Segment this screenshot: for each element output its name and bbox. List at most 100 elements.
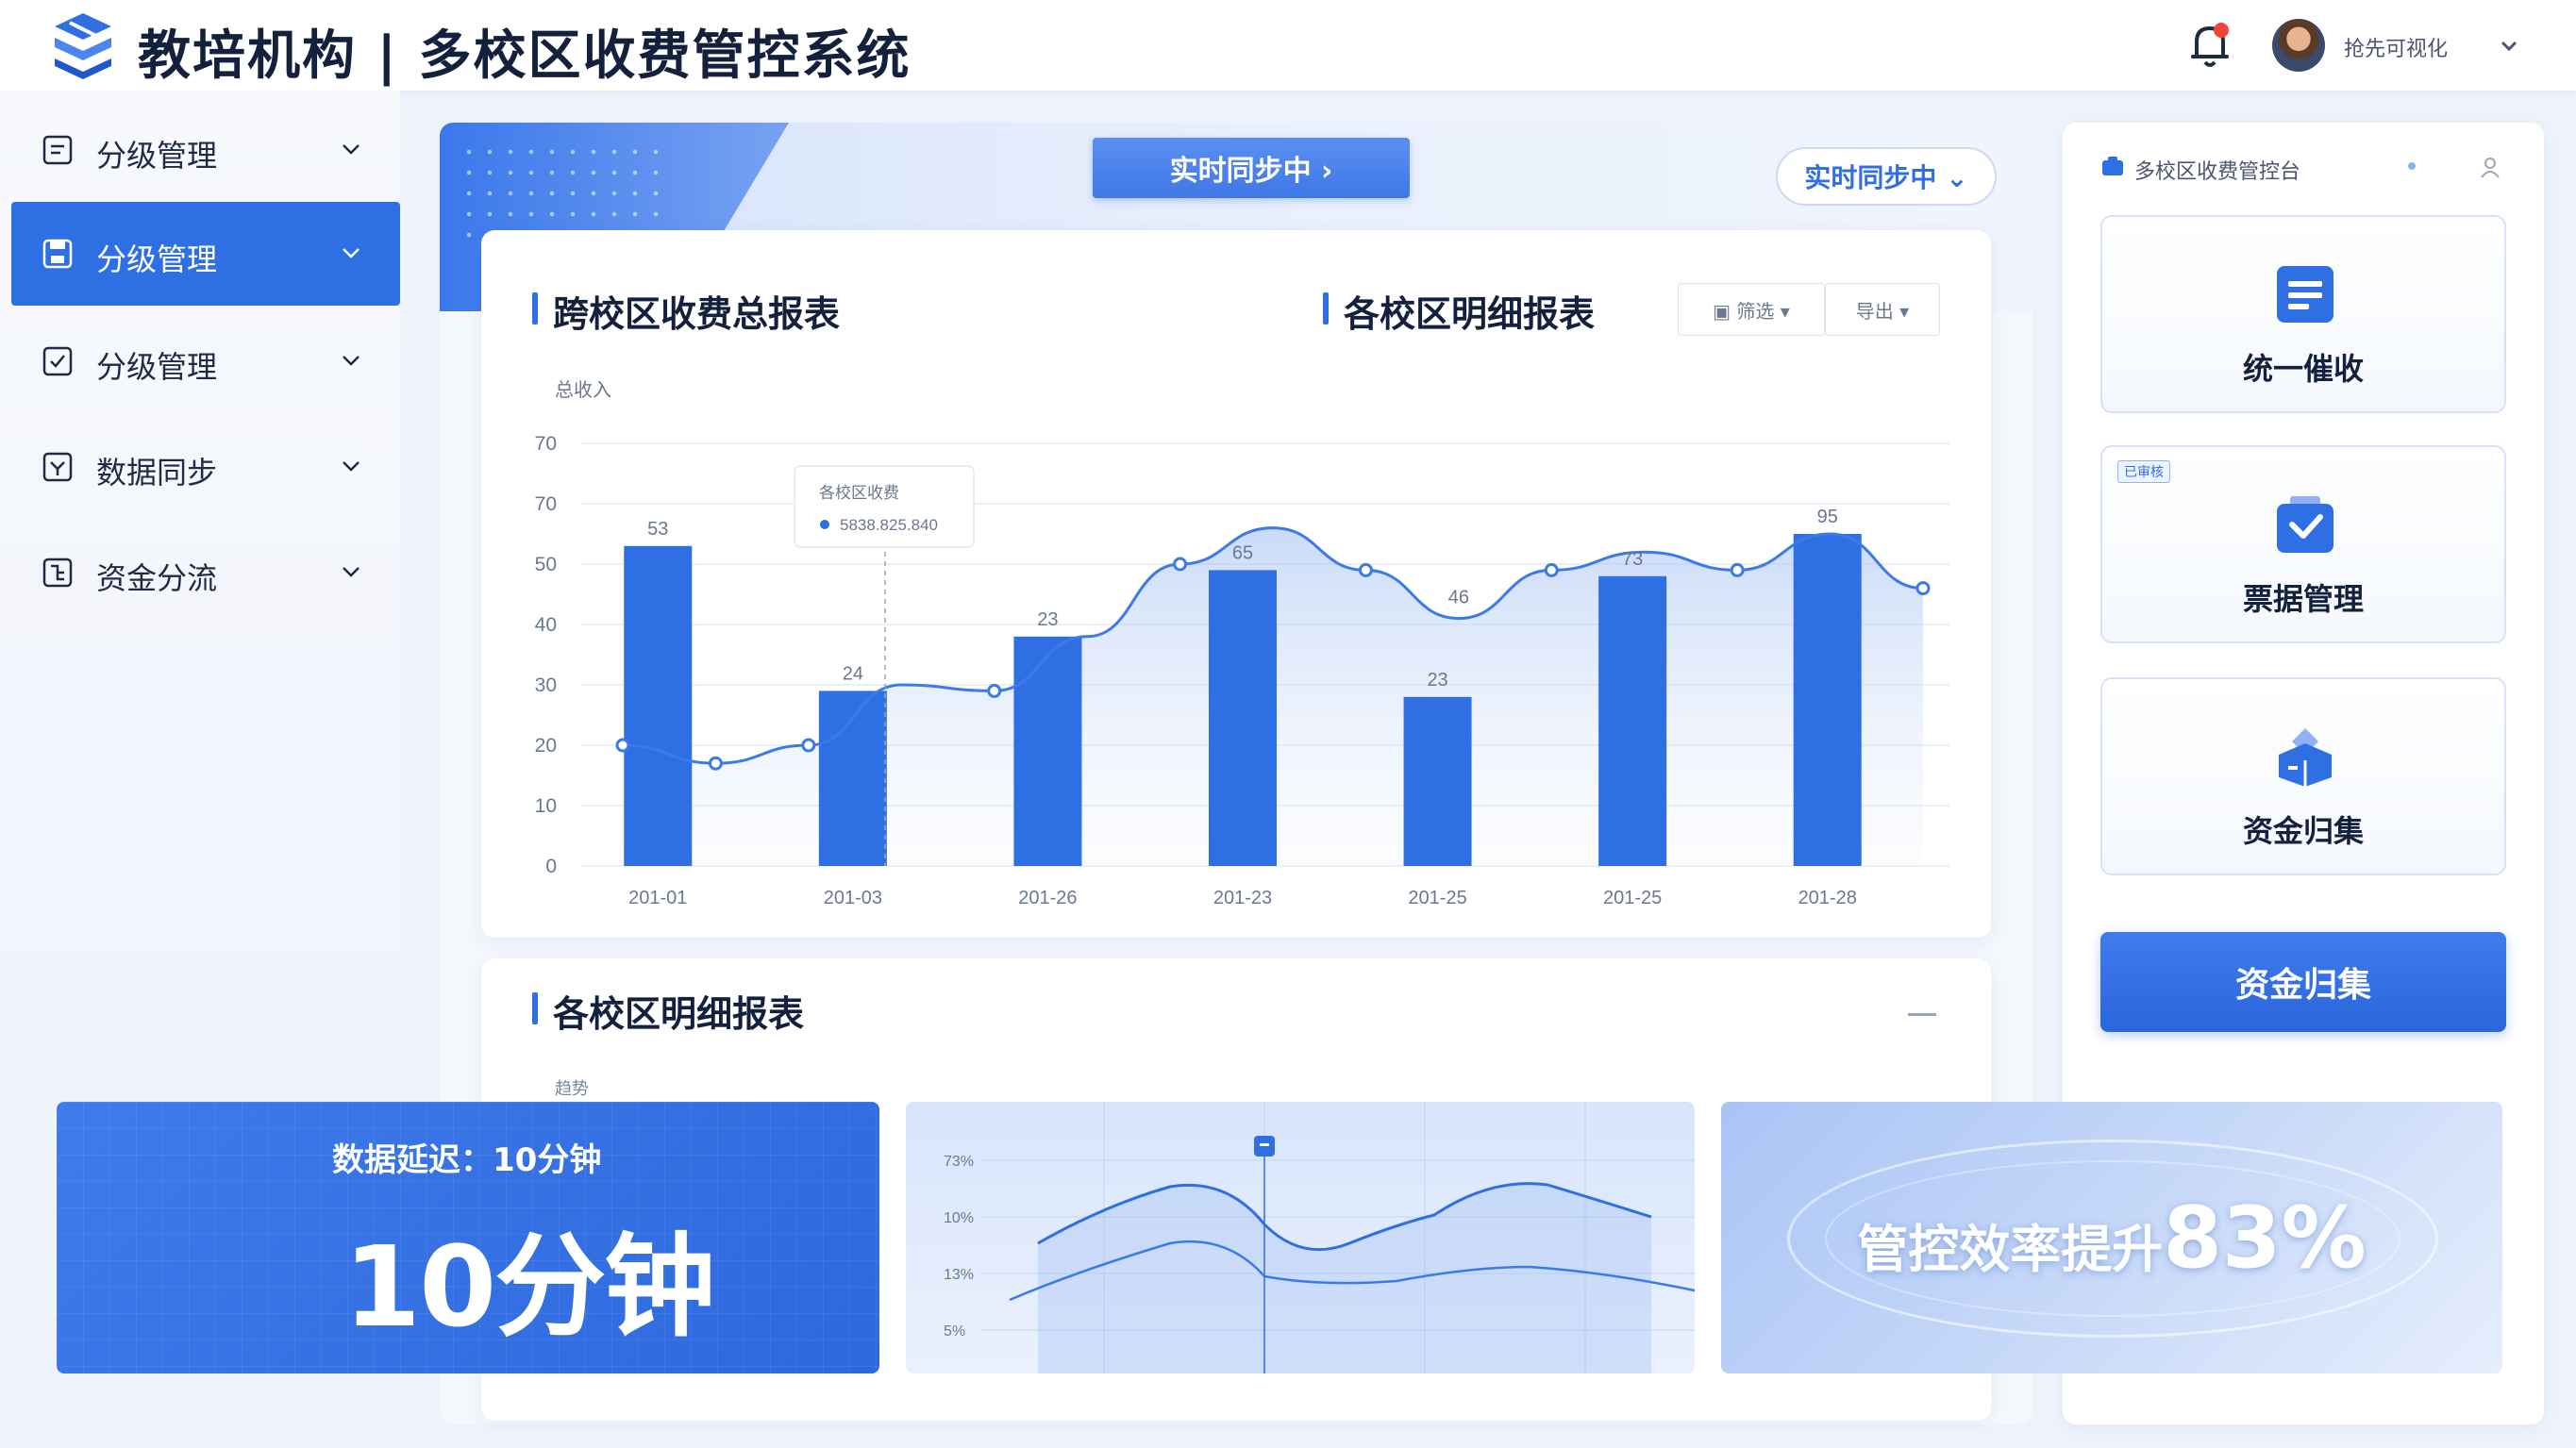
- line-point: [1915, 581, 1931, 596]
- efficiency-value: 83%: [2163, 1189, 2367, 1288]
- action-label: 统一催收: [2242, 351, 2364, 387]
- avatar[interactable]: [2272, 19, 2325, 72]
- chart-bar: [1013, 636, 1082, 866]
- right-panel-title: 多校区收费管控台: [2134, 160, 2301, 184]
- chart-bar: [1598, 575, 1667, 866]
- bar-data-label: 23: [1037, 609, 1058, 630]
- summary-bar-line-chart: 0 10 20 30 40 50 70 70 53 201-01 24 201-03 23 201-26…: [535, 379, 1949, 908]
- trend-mini-chart: 73% 10% 13% 5%: [944, 1102, 1695, 1373]
- detail-report-title: 各校区明细报表: [1322, 285, 1595, 337]
- notification-badge: [2214, 23, 2229, 38]
- app-header: 教培机构 | 多校区收费管控系统 抢先可视化: [0, 0, 2576, 91]
- latency-value: 10分钟: [343, 1222, 715, 1352]
- y-axis-label: 总收入: [555, 379, 611, 401]
- status-dot: [2408, 162, 2416, 170]
- bar-data-label: 73: [1622, 549, 1643, 570]
- fund-collection-card[interactable]: 资金归集: [2100, 677, 2506, 875]
- user-icon[interactable]: [2478, 155, 2502, 179]
- chart-tooltip: 各校区收费 5838.825.840: [794, 465, 975, 548]
- check-square-icon: [42, 346, 73, 376]
- save-icon: [42, 239, 73, 269]
- chevron-down-icon[interactable]: [2499, 36, 2519, 57]
- line-point: [987, 683, 1002, 698]
- y-tick-label: 30: [535, 674, 557, 696]
- line-data-label: 46: [1448, 588, 1469, 608]
- x-tick-label: 201-23: [1213, 888, 1272, 908]
- stacked-layers-logo-icon: [55, 13, 111, 79]
- x-tick-label: 201-26: [1018, 888, 1077, 908]
- unified-collection-card[interactable]: 统一催收: [2100, 215, 2506, 413]
- x-tick-label: 201-25: [1408, 888, 1466, 908]
- trend-stat-card: 73% 10% 13% 5%: [906, 1102, 1695, 1373]
- y-tick-label: 70: [535, 493, 557, 515]
- chevron-down-icon: [343, 461, 360, 472]
- latency-stat-card: 数据延迟：10分钟 10分钟: [57, 1102, 879, 1373]
- sidebar-item-label: 分级管理: [96, 241, 218, 277]
- bar-data-label: 65: [1232, 542, 1253, 563]
- user-name[interactable]: 抢先可视化: [2344, 32, 2448, 62]
- list-doc-icon: [2277, 266, 2333, 323]
- chart-bar: [1209, 570, 1277, 866]
- line-point: [1730, 562, 1745, 577]
- y-tick-label: 20: [535, 735, 557, 757]
- fund-collection-button[interactable]: 资金归集: [2100, 932, 2506, 1032]
- sidebar-item-data-sync[interactable]: 数据同步: [11, 415, 400, 519]
- export-dropdown[interactable]: 导出 ▾: [1825, 283, 1940, 336]
- line-point: [708, 756, 723, 771]
- realtime-sync-button[interactable]: 实时同步中 ›: [1093, 138, 1410, 198]
- filter-dropdown[interactable]: ▣ 筛选 ▾: [1678, 283, 1825, 336]
- sidebar-item-fund-split[interactable]: 资金分流: [11, 521, 400, 624]
- y-tick-label: 50: [535, 554, 557, 575]
- summary-report-title: 跨校区收费总报表: [531, 285, 840, 337]
- trend-tick: 73%: [944, 1154, 974, 1170]
- trend-tick: 5%: [944, 1323, 965, 1340]
- app-title: 教培机构 | 多校区收费管控系统: [138, 25, 912, 87]
- bar-data-label: 23: [1427, 670, 1447, 691]
- realtime-sync-dropdown[interactable]: 实时同步中 ⌄: [1776, 147, 1997, 206]
- action-label: 资金归集: [2242, 813, 2364, 849]
- bar-data-label: 95: [1817, 507, 1838, 527]
- bar-data-label: 24: [843, 663, 863, 684]
- status-badge: 已审核: [2117, 460, 2170, 483]
- sidebar-item-label: 数据同步: [96, 455, 218, 491]
- chevron-down-icon: [343, 356, 360, 366]
- y-tick-label: 40: [535, 614, 557, 636]
- line-point: [1358, 562, 1373, 577]
- x-tick-label: 201-01: [628, 888, 687, 908]
- efficiency-text: 管控效率提升83%: [1721, 1189, 2502, 1288]
- detail-axis-label: 趋势: [555, 1079, 589, 1099]
- x-tick-label: 201-28: [1798, 888, 1857, 908]
- line-point: [1173, 557, 1188, 572]
- tooltip-value: 5838.825.840: [840, 516, 938, 534]
- latency-caption: 数据延迟：10分钟: [332, 1141, 602, 1179]
- cube-icon: [2279, 728, 2332, 787]
- efficiency-label: 管控效率提升: [1857, 1220, 2164, 1279]
- collapse-icon[interactable]: [1908, 1013, 1936, 1016]
- sidebar-item-label: 分级管理: [96, 349, 218, 385]
- trend-tick: 13%: [944, 1267, 974, 1283]
- chevron-down-icon: [343, 248, 360, 258]
- tooltip-title: 各校区收费: [819, 484, 899, 502]
- document-icon: [42, 135, 73, 165]
- chart-bar: [1793, 534, 1862, 866]
- sidebar-item-label: 资金分流: [96, 560, 218, 596]
- efficiency-stat-card: 管控效率提升83%: [1721, 1102, 2502, 1373]
- chart-bar: [624, 545, 693, 866]
- sidebar-item-grading-1[interactable]: 分级管理: [11, 98, 400, 202]
- x-tick-label: 201-03: [824, 888, 882, 908]
- line-point: [1544, 562, 1559, 577]
- sidebar-item-grading-2[interactable]: 分级管理: [11, 202, 400, 306]
- invoice-management-card[interactable]: 已审核 票据管理: [2100, 445, 2506, 643]
- action-label: 票据管理: [2242, 581, 2364, 617]
- sidebar-item-grading-3[interactable]: 分级管理: [11, 309, 400, 413]
- line-point: [801, 738, 816, 753]
- chart-bar: [1403, 696, 1472, 866]
- console-icon: [2102, 157, 2123, 175]
- split-icon: [42, 558, 73, 588]
- chevron-down-icon: [343, 567, 360, 577]
- line-point: [615, 738, 630, 753]
- x-tick-label: 201-25: [1603, 888, 1662, 908]
- sidebar-item-label: 分级管理: [96, 138, 218, 174]
- chevron-down-icon: [343, 144, 360, 155]
- bar-data-label: 53: [647, 519, 668, 540]
